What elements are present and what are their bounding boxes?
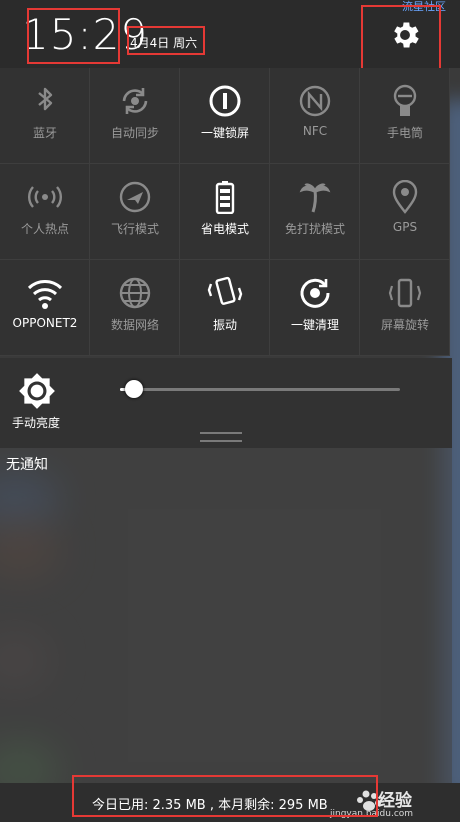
brightness-slider[interactable] xyxy=(120,380,400,398)
toggle-label: 一键清理 xyxy=(290,318,339,332)
toggle-label: 个人热点 xyxy=(20,222,69,236)
toggle-flashlight[interactable]: 手电筒 xyxy=(360,68,450,164)
toggle-label: 一键锁屏 xyxy=(200,126,249,140)
toggle-label: 飞行模式 xyxy=(110,222,159,236)
bluetooth-icon xyxy=(38,87,53,111)
hotspot-icon xyxy=(28,186,62,208)
toggle-label: 免打扰模式 xyxy=(284,222,345,236)
brightness-label: 手动亮度 xyxy=(12,416,61,430)
toggle-label: NFC xyxy=(302,124,328,138)
toggle-label: GPS xyxy=(392,220,418,234)
toggle-clean[interactable]: 一键清理 xyxy=(270,260,360,356)
toggle-vibrate[interactable]: 振动 xyxy=(180,260,270,356)
location-pin-icon xyxy=(392,180,418,214)
wifi-icon xyxy=(27,280,63,309)
toggle-battery-saver[interactable]: 省电模式 xyxy=(180,164,270,260)
toggle-auto-sync[interactable]: 自动同步 xyxy=(90,68,180,164)
palm-tree-icon xyxy=(299,183,331,213)
globe-icon xyxy=(119,277,151,309)
toggle-label: 数据网络 xyxy=(110,318,159,332)
highlight-date xyxy=(127,26,205,55)
toggle-do-not-disturb[interactable]: 免打扰模式 xyxy=(270,164,360,260)
toggle-mobile-data[interactable]: 数据网络 xyxy=(90,260,180,356)
highlight-settings xyxy=(361,5,441,70)
clean-icon xyxy=(300,278,330,308)
toggle-gps[interactable]: GPS xyxy=(360,164,450,260)
no-notifications-label: 无通知 xyxy=(6,457,48,473)
toggle-label: 手电筒 xyxy=(386,126,423,140)
vibrate-icon xyxy=(207,276,243,305)
battery-saver-icon xyxy=(215,181,235,214)
toggle-nfc[interactable]: NFC xyxy=(270,68,360,164)
brightness-slider-thumb[interactable] xyxy=(125,380,143,398)
highlight-data-usage xyxy=(72,775,378,817)
toggle-bluetooth[interactable]: 蓝牙 xyxy=(0,68,90,164)
toggle-label: 振动 xyxy=(212,318,237,332)
quick-settings-grid: 蓝牙 自动同步 一键锁屏 NFC 手电筒 个人热点 飞行模式 省电模式 免打扰模… xyxy=(0,68,452,358)
brightness-panel: 手动亮度 xyxy=(0,358,452,448)
toggle-lock-screen[interactable]: 一键锁屏 xyxy=(180,68,270,164)
highlight-time xyxy=(27,8,120,64)
toggle-label: 省电模式 xyxy=(200,222,249,236)
flashlight-icon xyxy=(393,84,417,116)
notification-area: 无通知 xyxy=(0,448,452,783)
toggle-screen-rotate[interactable]: 屏幕旋转 xyxy=(360,260,450,356)
sync-icon xyxy=(122,88,148,114)
toggle-wifi[interactable]: OPPONET2 xyxy=(0,260,90,356)
toggle-label: 屏幕旋转 xyxy=(380,318,429,332)
toggle-label: OPPONET2 xyxy=(12,316,78,330)
drag-handle[interactable] xyxy=(200,432,242,442)
toggle-label: 蓝牙 xyxy=(32,126,57,140)
brightness-icon[interactable] xyxy=(18,372,56,410)
airplane-icon xyxy=(119,181,151,213)
toggle-airplane[interactable]: 飞行模式 xyxy=(90,164,180,260)
toggle-label: 自动同步 xyxy=(110,126,159,140)
toggle-hotspot[interactable]: 个人热点 xyxy=(0,164,90,260)
nfc-icon xyxy=(299,85,331,117)
watermark-text: 经验 xyxy=(378,791,412,811)
lock-screen-icon xyxy=(209,85,241,117)
rotate-screen-icon xyxy=(388,278,422,308)
